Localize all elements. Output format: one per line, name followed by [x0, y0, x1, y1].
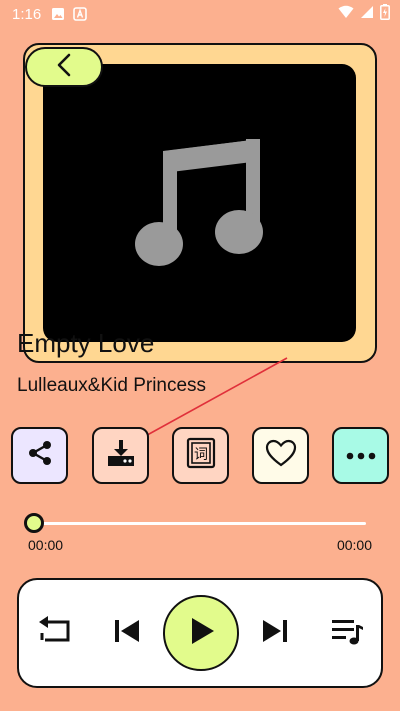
- status-bar: 1:16: [0, 0, 400, 28]
- play-button[interactable]: [163, 595, 239, 671]
- battery-icon: [380, 4, 390, 24]
- music-note-icon: [134, 131, 265, 276]
- next-icon: [261, 619, 289, 648]
- share-button[interactable]: [11, 427, 68, 484]
- share-icon: [26, 439, 54, 472]
- song-artist: Lulleaux&Kid Princess: [17, 375, 207, 396]
- image-icon: [51, 7, 65, 21]
- lyrics-icon: 词: [186, 437, 216, 474]
- progress-thumb[interactable]: [24, 513, 44, 533]
- svg-text:词: 词: [194, 447, 208, 463]
- back-button[interactable]: [25, 47, 103, 87]
- play-pause-control: [162, 580, 240, 686]
- more-button[interactable]: [332, 427, 389, 484]
- download-button[interactable]: [92, 427, 149, 484]
- player-controls: [17, 578, 383, 688]
- next-button[interactable]: [255, 580, 295, 686]
- previous-icon: [113, 619, 141, 648]
- repeat-button[interactable]: [33, 580, 77, 686]
- total-time: 00:00: [336, 537, 372, 553]
- download-icon: [106, 438, 136, 473]
- more-icon: [346, 447, 376, 465]
- song-title: Empty Love: [17, 328, 155, 358]
- status-time: 1:16: [12, 5, 42, 23]
- repeat-icon: [36, 615, 74, 651]
- lyrics-button[interactable]: 词: [172, 427, 229, 484]
- album-cover: [43, 64, 356, 342]
- chevron-left-icon: [56, 53, 72, 82]
- current-time: 00:00: [28, 537, 64, 553]
- favorite-button[interactable]: [252, 427, 309, 484]
- progress-track[interactable]: [34, 522, 366, 525]
- playlist-icon: [330, 617, 364, 650]
- previous-button[interactable]: [107, 580, 147, 686]
- a-icon: [73, 7, 88, 21]
- wifi-icon: [338, 5, 354, 23]
- action-row: 词: [0, 427, 400, 484]
- progress-section: 00:00 00:00: [0, 513, 400, 553]
- heart-icon: [265, 439, 297, 472]
- playlist-button[interactable]: [327, 580, 367, 686]
- signal-icon: [360, 5, 374, 23]
- play-icon: [186, 616, 216, 651]
